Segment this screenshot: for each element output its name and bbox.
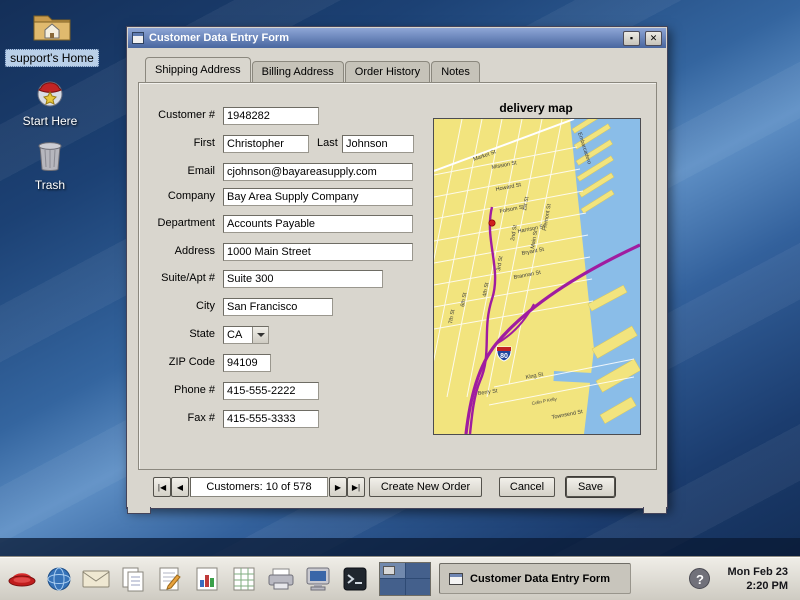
window-title: Customer Data Entry Form — [149, 32, 618, 44]
window-titlebar[interactable]: Customer Data Entry Form ▪ ✕ — [128, 28, 666, 48]
documents-icon — [120, 566, 146, 592]
tab-billing-address[interactable]: Billing Address — [252, 61, 344, 82]
department-input[interactable] — [223, 215, 413, 233]
wallpaper-dark-band — [0, 538, 800, 556]
fax-input[interactable] — [223, 410, 319, 428]
previous-record-button[interactable]: ◀ — [171, 477, 189, 497]
close-button[interactable]: ✕ — [645, 31, 662, 46]
taskbar-clock[interactable]: Mon Feb 23 2:20 PM — [727, 565, 788, 593]
desktop-icon-label[interactable]: Start Here — [19, 113, 82, 129]
city-label: City — [129, 300, 215, 312]
address-label: Address — [129, 245, 215, 257]
writer-icon — [158, 566, 182, 592]
state-value: CA — [227, 329, 242, 341]
minimize-button[interactable]: ▪ — [623, 31, 640, 46]
printer-launcher[interactable] — [265, 562, 297, 596]
word-processor-launcher[interactable] — [154, 562, 186, 596]
desktop-icon-home[interactable]: support's Home — [4, 10, 100, 67]
next-record-button[interactable]: ▶ — [329, 477, 347, 497]
workspace-switcher[interactable] — [379, 562, 431, 596]
department-label: Department — [129, 217, 215, 229]
suite-input[interactable] — [223, 270, 383, 288]
bar-chart-icon — [195, 566, 219, 592]
desktop-icon-start-here[interactable]: Start Here — [2, 78, 98, 129]
desktop-icon-label[interactable]: support's Home — [5, 49, 99, 67]
delivery-map-title: delivery map — [433, 101, 639, 115]
help-icon[interactable]: ? — [689, 568, 710, 589]
tab-bar: Shipping Address Billing Address Order H… — [145, 58, 481, 82]
company-label: Company — [129, 190, 215, 202]
spreadsheet-icon — [232, 566, 256, 592]
taskbar-window-button[interactable]: Customer Data Entry Form — [439, 563, 631, 594]
chevron-down-icon[interactable] — [252, 327, 268, 343]
resize-grip-left[interactable] — [127, 507, 151, 514]
workspace-3[interactable] — [380, 579, 405, 595]
workspace-1[interactable] — [380, 563, 405, 579]
task-window-label: Customer Data Entry Form — [470, 573, 610, 585]
create-new-order-button[interactable]: Create New Order — [369, 477, 482, 497]
email-label: Email — [129, 165, 215, 177]
record-counter: Customers: 10 of 578 — [190, 477, 328, 497]
spreadsheet-launcher[interactable] — [228, 562, 260, 596]
shield-number: 80 — [500, 353, 508, 360]
window-icon — [132, 32, 144, 44]
phone-label: Phone # — [129, 384, 215, 396]
last-name-input[interactable] — [342, 135, 414, 153]
address-input[interactable] — [223, 243, 413, 261]
phone-input[interactable] — [223, 382, 319, 400]
workspace-4[interactable] — [406, 579, 431, 595]
start-here-icon — [35, 78, 65, 108]
customer-number-input[interactable] — [223, 107, 319, 125]
last-record-button[interactable]: ▶| — [347, 477, 365, 497]
email-launcher[interactable] — [80, 562, 112, 596]
clock-time: 2:20 PM — [727, 579, 788, 593]
trash-icon — [36, 140, 64, 172]
tab-shipping-address[interactable]: Shipping Address — [145, 57, 251, 82]
computer-launcher[interactable] — [302, 562, 334, 596]
save-button[interactable]: Save — [566, 477, 615, 497]
zip-input[interactable] — [223, 354, 271, 372]
envelope-icon — [82, 568, 110, 590]
redhat-icon — [8, 567, 36, 591]
desktop-icon-trash[interactable]: Trash — [2, 140, 98, 193]
taskbar: Customer Data Entry Form ? Mon Feb 23 2:… — [0, 556, 800, 600]
home-folder-icon — [30, 10, 74, 44]
monitor-icon — [305, 566, 331, 592]
first-name-label: First — [129, 137, 215, 149]
suite-label: Suite/Apt # — [129, 272, 215, 284]
delivery-map-image: 80 Embarcadero Market St Mission St Howa… — [434, 119, 640, 434]
file-manager-launcher[interactable] — [117, 562, 149, 596]
company-input[interactable] — [223, 188, 413, 206]
map-marker — [489, 220, 495, 226]
zip-label: ZIP Code — [129, 356, 215, 368]
desktop-icon-label[interactable]: Trash — [31, 177, 69, 193]
cancel-button[interactable]: Cancel — [499, 477, 555, 497]
first-record-button[interactable]: |◀ — [153, 477, 171, 497]
terminal-icon — [342, 566, 368, 592]
state-dropdown[interactable]: CA — [223, 326, 269, 344]
terminal-launcher[interactable] — [339, 562, 371, 596]
customer-number-label: Customer # — [129, 109, 215, 121]
web-browser-launcher[interactable] — [43, 562, 75, 596]
presentation-launcher[interactable] — [191, 562, 223, 596]
main-menu-button[interactable] — [6, 562, 38, 596]
state-label: State — [129, 328, 215, 340]
printer-icon — [267, 567, 295, 591]
first-name-input[interactable] — [223, 135, 309, 153]
tab-order-history[interactable]: Order History — [345, 61, 430, 82]
last-name-label: Last — [317, 137, 338, 149]
email-input[interactable] — [223, 163, 413, 181]
fax-label: Fax # — [129, 412, 215, 424]
workspace-2[interactable] — [406, 563, 431, 579]
globe-icon — [46, 566, 72, 592]
city-input[interactable] — [223, 298, 333, 316]
customer-data-entry-window: Customer Data Entry Form ▪ ✕ Shipping Ad… — [126, 26, 668, 509]
clock-date: Mon Feb 23 — [727, 565, 788, 579]
resize-grip-right[interactable] — [643, 507, 667, 514]
delivery-map: 80 Embarcadero Market St Mission St Howa… — [433, 118, 641, 435]
tab-notes[interactable]: Notes — [431, 61, 480, 82]
task-window-icon — [449, 573, 463, 585]
